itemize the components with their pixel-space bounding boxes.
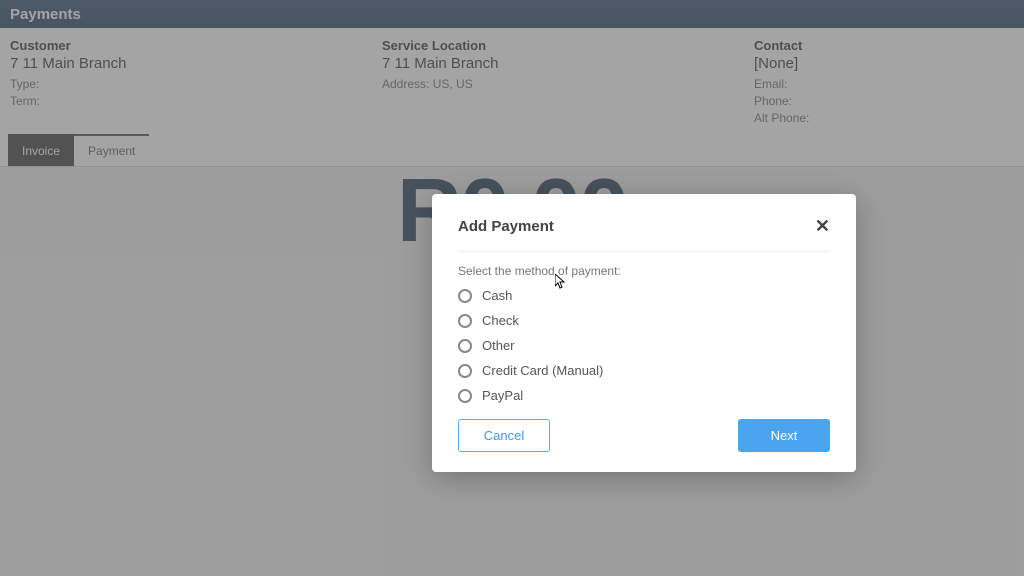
option-label: Credit Card (Manual) xyxy=(482,363,603,378)
option-paypal[interactable]: PayPal xyxy=(458,388,830,403)
modal-subtitle: Select the method of payment: xyxy=(458,264,830,278)
option-label: Other xyxy=(482,338,515,353)
modal-actions: Cancel Next xyxy=(458,419,830,452)
add-payment-modal: Add Payment ✕ Select the method of payme… xyxy=(432,194,856,472)
option-cash[interactable]: Cash xyxy=(458,288,830,303)
option-other[interactable]: Other xyxy=(458,338,830,353)
next-button[interactable]: Next xyxy=(738,419,830,452)
option-label: PayPal xyxy=(482,388,523,403)
close-icon[interactable]: ✕ xyxy=(815,216,830,237)
radio-icon xyxy=(458,389,472,403)
payment-method-options: Cash Check Other Credit Card (Manual) Pa… xyxy=(458,288,830,403)
option-label: Check xyxy=(482,313,519,328)
modal-header: Add Payment ✕ xyxy=(458,216,830,252)
radio-icon xyxy=(458,339,472,353)
radio-icon xyxy=(458,364,472,378)
modal-title: Add Payment xyxy=(458,218,554,235)
cancel-button[interactable]: Cancel xyxy=(458,419,550,452)
radio-icon xyxy=(458,314,472,328)
option-label: Cash xyxy=(482,288,512,303)
option-check[interactable]: Check xyxy=(458,313,830,328)
option-credit-card-manual[interactable]: Credit Card (Manual) xyxy=(458,363,830,378)
radio-icon xyxy=(458,289,472,303)
